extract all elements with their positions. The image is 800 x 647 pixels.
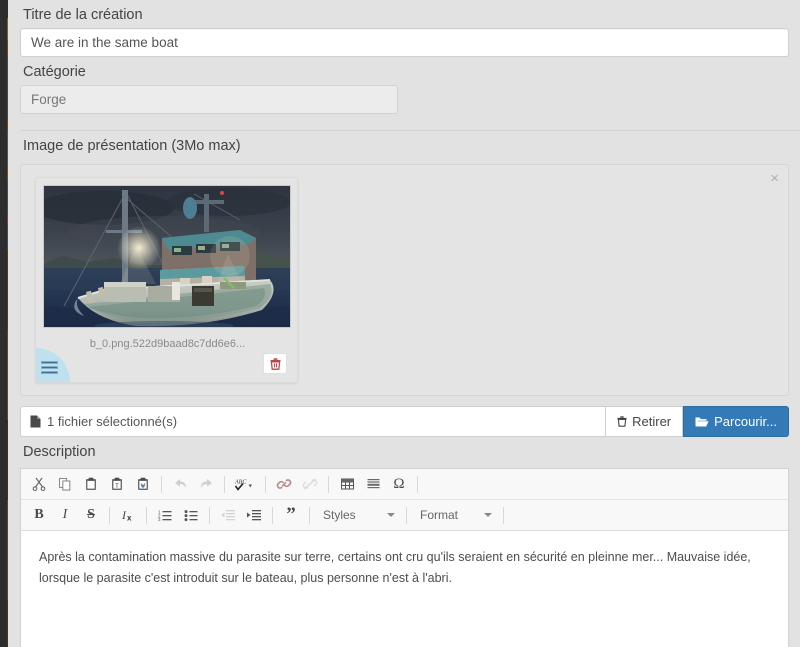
toolbar-separator: [161, 475, 162, 493]
toolbar-separator: [109, 506, 110, 524]
trash-icon: [270, 357, 280, 370]
special-char-icon[interactable]: Ω: [386, 472, 412, 496]
toolbar-separator: [272, 506, 273, 524]
strikethrough-icon[interactable]: S: [78, 503, 104, 527]
remove-file-button[interactable]: Retirer: [605, 406, 684, 437]
copy-icon[interactable]: [52, 472, 78, 496]
uploaded-file-card[interactable]: b_0.png.522d9baad8c7dd6e6...: [35, 177, 298, 383]
paste-text-icon[interactable]: T: [104, 472, 130, 496]
styles-dropdown-label: Styles: [323, 508, 356, 522]
format-dropdown-label: Format: [420, 508, 459, 522]
remove-format-icon[interactable]: Ix: [115, 503, 141, 527]
remove-file-label: Retirer: [632, 414, 672, 429]
file-status-display: 1 fichier sélectionné(s): [20, 406, 606, 437]
editor-toolbar-row-1: T ABC Ω: [21, 469, 788, 500]
category-select[interactable]: Forge: [20, 85, 398, 114]
toolbar-separator: [224, 475, 225, 493]
trash-icon: [617, 416, 627, 427]
close-icon[interactable]: ×: [770, 171, 779, 186]
description-paragraph: Après la contamination massive du parasi…: [39, 550, 751, 585]
image-field-label: Image de présentation (3Mo max): [23, 138, 241, 154]
form-body: Titre de la création Catégorie Forge Ima…: [20, 0, 800, 647]
table-icon[interactable]: [334, 472, 360, 496]
paste-icon[interactable]: [78, 472, 104, 496]
blockquote-icon[interactable]: ”: [278, 503, 304, 527]
numbered-list-icon[interactable]: 123: [152, 503, 178, 527]
image-dropzone[interactable]: × b_0.png.522d9baad8c7dd6e6...: [20, 164, 789, 396]
title-field-label: Titre de la création: [23, 7, 143, 23]
file-status-text: 1 fichier sélectionné(s): [47, 414, 178, 429]
cut-icon[interactable]: [26, 472, 52, 496]
paste-word-icon[interactable]: [130, 472, 156, 496]
description-field-label: Description: [23, 444, 96, 460]
svg-text:T: T: [115, 484, 119, 490]
browse-button[interactable]: Parcourir...: [683, 406, 789, 437]
omega-glyph: Ω: [393, 475, 405, 492]
thumbnail-image: [43, 185, 291, 328]
italic-icon[interactable]: I: [52, 503, 78, 527]
browse-label: Parcourir...: [714, 414, 777, 429]
indent-icon[interactable]: [241, 503, 267, 527]
svg-text:3: 3: [158, 517, 161, 522]
bulleted-list-icon[interactable]: [178, 503, 204, 527]
styles-dropdown[interactable]: Styles: [315, 504, 401, 527]
redo-icon[interactable]: [193, 472, 219, 496]
toolbar-separator: [503, 506, 504, 524]
editor-toolbar-row-2: B I S Ix 123 ” Styles Format: [21, 500, 788, 531]
thumbnail-filename: b_0.png.522d9baad8c7dd6e6...: [89, 338, 246, 350]
bold-icon[interactable]: B: [26, 503, 52, 527]
creation-form-panel: Titre de la création Catégorie Forge Ima…: [8, 0, 800, 647]
category-field-label: Catégorie: [23, 64, 86, 80]
description-editor-body[interactable]: Après la contamination massive du parasi…: [21, 531, 788, 647]
drag-handle-icon[interactable]: [36, 348, 70, 382]
folder-open-icon: [695, 417, 709, 426]
page-root: Titre de la création Catégorie Forge Ima…: [0, 0, 800, 647]
file-icon: [30, 415, 41, 428]
horizontal-rule-icon[interactable]: [360, 472, 386, 496]
unlink-icon[interactable]: [297, 472, 323, 496]
toolbar-separator: [146, 506, 147, 524]
toolbar-separator: [265, 475, 266, 493]
chevron-down-icon: [484, 513, 492, 517]
undo-icon[interactable]: [167, 472, 193, 496]
title-input[interactable]: [20, 28, 789, 57]
toolbar-separator: [309, 506, 310, 524]
svg-text:ABC: ABC: [234, 480, 247, 486]
file-picker-row: 1 fichier sélectionné(s) Retirer Parcour…: [20, 406, 789, 437]
svg-text:x: x: [127, 514, 132, 523]
chevron-down-icon: [387, 513, 395, 517]
toolbar-separator: [209, 506, 210, 524]
page-left-gutter: [0, 0, 7, 647]
outdent-icon[interactable]: [215, 503, 241, 527]
format-dropdown[interactable]: Format: [412, 504, 498, 527]
link-icon[interactable]: [271, 472, 297, 496]
toolbar-separator: [417, 475, 418, 493]
spellcheck-icon[interactable]: ABC: [230, 472, 260, 496]
delete-file-button[interactable]: [263, 353, 287, 374]
rich-text-editor: T ABC Ω B I S I x 1 2 3 ” Styles Format …: [20, 468, 789, 647]
toolbar-separator: [328, 475, 329, 493]
toolbar-separator: [406, 506, 407, 524]
